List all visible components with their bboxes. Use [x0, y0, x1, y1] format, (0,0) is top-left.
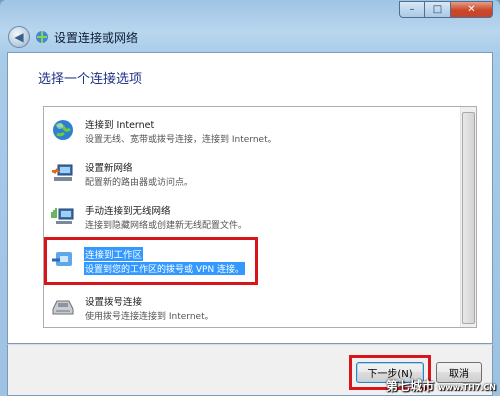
back-button[interactable]: ◀: [8, 26, 30, 48]
watermark-text: 第七城市: [385, 379, 434, 393]
option-setup-dialup[interactable]: 设置拨号连接 使用拨号连接连接到 Internet。: [44, 287, 460, 327]
option-setup-new-network[interactable]: 设置新网络 配置新的路由器或访问点。: [44, 153, 460, 195]
maximize-button[interactable]: □: [425, 1, 451, 18]
watermark: 第七城市 www.TH7.CN: [386, 377, 496, 394]
close-button[interactable]: ✕: [451, 1, 493, 18]
dialup-modem-icon: [52, 300, 74, 315]
network-setup-icon: [51, 164, 73, 181]
option-connect-internet[interactable]: 连接到 Internet 设置无线、宽带或拨号连接，连接到 Internet。: [44, 110, 460, 152]
option-description: 设置到您的工作区的拨号或 VPN 连接。: [84, 262, 246, 275]
option-description: 使用拨号连接连接到 Internet。: [85, 312, 214, 322]
workplace-vpn-icon: [52, 252, 72, 266]
option-description: 连接到隐藏网络或创建新无线配置文件。: [85, 221, 248, 231]
scrollbar-thumb[interactable]: [462, 112, 475, 324]
wireless-network-icon: [51, 208, 74, 224]
minimize-button[interactable]: –: [399, 1, 425, 18]
option-title: 设置拨号连接: [85, 297, 143, 308]
option-title: 连接到 Internet: [85, 120, 155, 131]
back-arrow-icon: ◀: [14, 30, 24, 44]
page-heading: 选择一个连接选项: [38, 72, 143, 87]
connection-options-list[interactable]: 连接到 Internet 设置无线、宽带或拨号连接，连接到 Internet。 …: [43, 106, 477, 328]
watermark-url: www.TH7.CN: [437, 383, 496, 392]
option-description: 设置无线、宽带或拨号连接，连接到 Internet。: [85, 135, 277, 145]
network-icon: [36, 31, 48, 43]
globe-internet-icon: [53, 120, 73, 140]
option-title: 设置新网络: [85, 163, 133, 174]
option-manual-wireless[interactable]: 手动连接到无线网络 连接到隐藏网络或创建新无线配置文件。: [44, 196, 460, 238]
option-description: 配置新的路由器或访问点。: [85, 178, 194, 188]
option-title: 连接到工作区: [84, 247, 144, 261]
caption-buttons: – □ ✕: [399, 1, 493, 18]
vertical-scrollbar[interactable]: [460, 107, 476, 327]
content-panel: 选择一个连接选项 连接到 Internet 设置无线、宽带或拨号连接，连接到 I…: [7, 52, 493, 344]
option-connect-workplace[interactable]: 连接到工作区 设置到您的工作区的拨号或 VPN 连接。: [44, 240, 460, 282]
window-title: 设置连接或网络: [54, 31, 139, 45]
option-title: 手动连接到无线网络: [85, 206, 171, 217]
